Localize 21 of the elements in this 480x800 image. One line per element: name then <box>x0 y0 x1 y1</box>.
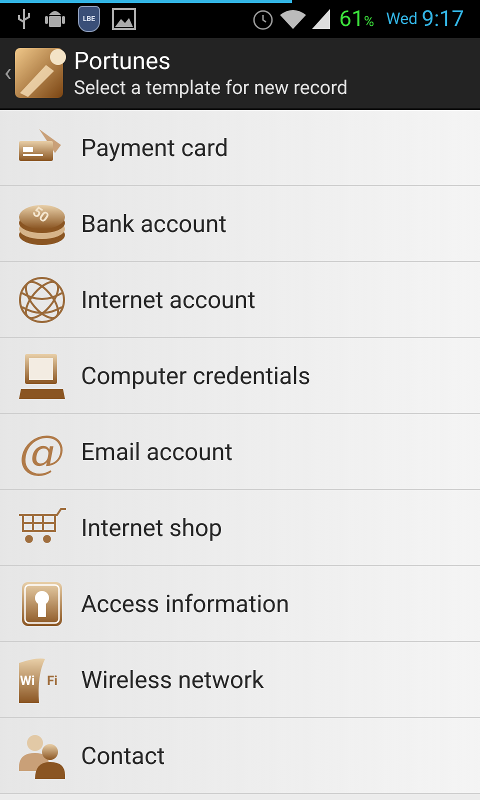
app-title: Portunes <box>74 46 172 76</box>
template-item[interactable]: Payment card <box>0 110 480 186</box>
template-item[interactable]: Access information <box>0 566 480 642</box>
template-item[interactable]: @ Email account <box>0 414 480 490</box>
battery-percent: 61% <box>339 6 374 34</box>
cell-signal-icon <box>311 8 332 30</box>
image-icon <box>112 8 136 30</box>
app-subtitle: Select a template for new record <box>74 76 348 100</box>
wifi-signal-icon <box>279 8 308 30</box>
template-item[interactable]: Contact <box>0 718 480 794</box>
template-item[interactable]: Internet account <box>0 262 480 338</box>
day-label: Wed <box>386 8 418 30</box>
template-item[interactable]: Internet shop <box>0 490 480 566</box>
usb-icon <box>16 7 32 31</box>
back-button[interactable]: ‹ <box>0 38 70 108</box>
clock-time: 9:17 <box>422 6 464 34</box>
template-item[interactable]: 50 Bank account <box>0 186 480 262</box>
template-item[interactable]: Wi Fi Wireless network <box>0 642 480 718</box>
template-item[interactable]: Computer credentials <box>0 338 480 414</box>
at-sign-icon: @ <box>17 426 67 476</box>
globe-icon <box>17 274 67 324</box>
